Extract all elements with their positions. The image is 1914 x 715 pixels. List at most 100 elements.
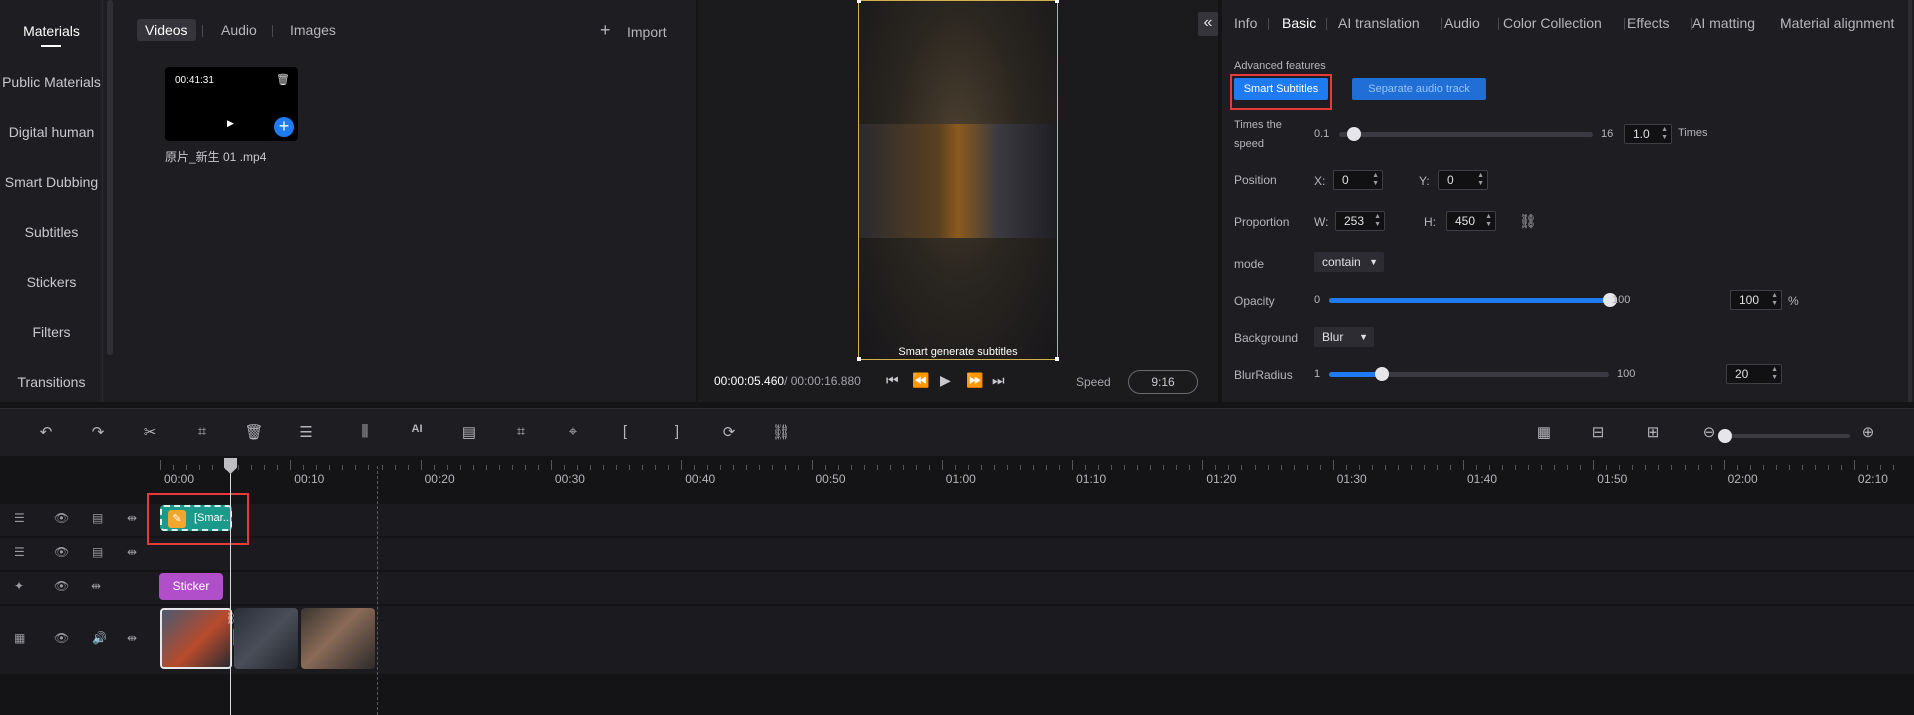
split-track-icon[interactable]: ⇹	[127, 631, 137, 645]
volume-icon[interactable]: 🔊	[92, 631, 107, 645]
blur-input[interactable]: 20 ▲ ▼	[1726, 364, 1782, 384]
zoom-in-icon[interactable]: ⊕	[1856, 423, 1880, 441]
tab-ai-translation[interactable]: AI translation	[1338, 15, 1420, 31]
opacity-input[interactable]: 100 ▲ ▼	[1730, 290, 1782, 310]
snap-icon[interactable]: ⊟	[1586, 423, 1610, 441]
rewind-icon[interactable]: ⏪	[912, 372, 929, 389]
subtitle-clip[interactable]: ✎ [Smar...	[160, 505, 232, 531]
fast-forward-icon[interactable]: ⏩	[966, 372, 983, 389]
collapse-panel-icon[interactable]: «	[1198, 12, 1218, 36]
sidebar-item-transitions[interactable]: Transitions	[0, 374, 103, 390]
delete-icon[interactable]: 🗑	[242, 423, 266, 441]
trash-icon[interactable]: 🗑	[276, 73, 290, 86]
background-select[interactable]: Blur ▼	[1314, 327, 1374, 347]
video-canvas[interactable]: Smart generate subtitles	[857, 0, 1059, 361]
stepper-icon[interactable]: ▲ ▼	[1661, 126, 1668, 142]
crop-frame-icon[interactable]: ⌗	[509, 423, 533, 440]
eye-icon[interactable]: 👁	[54, 545, 69, 559]
zoom-slider-knob[interactable]	[1718, 429, 1732, 443]
sidebar-item-public-materials[interactable]: Public Materials	[0, 74, 103, 90]
stepper-icon[interactable]: ▲ ▼	[1485, 213, 1492, 229]
sidebar-item-stickers[interactable]: Stickers	[0, 274, 103, 290]
video-thumbnail[interactable]: 00:41:31 🗑 ▶ +	[165, 67, 298, 141]
tab-material-alignment[interactable]: Material alignment	[1780, 15, 1894, 31]
sidebar-item-filters[interactable]: Filters	[0, 324, 103, 340]
sticker-clip[interactable]: Sticker	[159, 573, 223, 600]
crop-icon[interactable]: ⌗	[190, 423, 214, 440]
sidebar-item-materials[interactable]: Materials	[0, 23, 103, 39]
skip-end-icon[interactable]: ⏭	[992, 372, 1005, 389]
tab-audio-props[interactable]: Audio	[1444, 15, 1480, 31]
mode-select[interactable]: contain ▼	[1314, 252, 1384, 272]
link-icon[interactable]: ⛓	[769, 423, 793, 441]
undo-icon[interactable]: ↶	[34, 423, 58, 441]
bracket-left-icon[interactable]: [	[613, 423, 637, 440]
stepper-icon[interactable]: ▲ ▼	[1477, 172, 1484, 188]
track-layout-icon[interactable]: ▦	[1532, 423, 1556, 441]
ai-icon[interactable]: AI	[405, 423, 429, 435]
speed-slider[interactable]	[1339, 132, 1593, 137]
resize-handle[interactable]	[1055, 0, 1059, 3]
tab-videos[interactable]: Videos	[137, 19, 196, 41]
proportion-h-input[interactable]: 450 ▲ ▼	[1446, 211, 1496, 231]
split-track-icon[interactable]: ⇹	[127, 511, 137, 525]
sidebar-item-subtitles[interactable]: Subtitles	[0, 224, 103, 240]
zoom-slider[interactable]	[1724, 434, 1850, 438]
position-y-input[interactable]: 0 ▲ ▼	[1438, 170, 1488, 190]
subtitle-icon[interactable]: ▤	[92, 545, 103, 559]
link-icon[interactable]: ⛓	[1519, 213, 1537, 230]
position-x-input[interactable]: 0 ▲ ▼	[1333, 170, 1383, 190]
video-clip-1[interactable]	[160, 608, 232, 669]
subtitle-track-1[interactable]	[0, 504, 1914, 536]
eye-icon[interactable]: 👁	[54, 511, 69, 525]
skip-start-icon[interactable]: ⏮	[886, 372, 899, 389]
subtitle-track-2[interactable]	[0, 538, 1914, 570]
subtitle-icon[interactable]: ▤	[457, 423, 481, 441]
audio-wave-icon[interactable]: ⫼	[350, 423, 380, 440]
stepper-icon[interactable]: ▲ ▼	[1771, 292, 1778, 308]
import-button[interactable]: Import	[627, 24, 667, 40]
tab-info[interactable]: Info	[1234, 15, 1257, 31]
speed-input[interactable]: 1.0 ▲ ▼	[1624, 124, 1672, 144]
bracket-right-icon[interactable]: ]	[665, 423, 689, 440]
split-icon[interactable]: ✂	[138, 423, 162, 441]
subtitle-icon[interactable]: ▤	[92, 511, 103, 525]
split-track-icon[interactable]: ⇹	[91, 579, 101, 593]
properties-scrollbar[interactable]	[1908, 0, 1912, 402]
magnet-icon[interactable]: ⊞	[1641, 423, 1665, 441]
smart-subtitles-button[interactable]: Smart Subtitles	[1234, 78, 1328, 100]
redo-icon[interactable]: ↷	[86, 423, 110, 441]
play-icon[interactable]: ▶	[940, 372, 951, 389]
speed-icon[interactable]: ⟳	[717, 423, 741, 441]
tab-audio[interactable]: Audio	[221, 22, 257, 38]
add-to-timeline-icon[interactable]: +	[274, 117, 294, 137]
tab-images[interactable]: Images	[290, 22, 336, 38]
plus-icon[interactable]: +	[600, 20, 611, 41]
resize-handle[interactable]	[857, 0, 861, 3]
text-align-icon[interactable]: ☰	[294, 423, 318, 441]
separate-audio-track-button[interactable]: Separate audio track	[1352, 78, 1486, 100]
eye-icon[interactable]: 👁	[54, 579, 69, 593]
tab-basic[interactable]: Basic	[1282, 15, 1316, 31]
aspect-ratio-button[interactable]: 9:16	[1128, 370, 1198, 394]
location-icon[interactable]: ⌖	[561, 423, 585, 440]
tab-effects[interactable]: Effects	[1627, 15, 1670, 31]
playhead[interactable]	[230, 466, 231, 715]
speed-slider-knob[interactable]	[1347, 127, 1362, 141]
sidebar-item-smart-dubbing[interactable]: Smart Dubbing	[0, 174, 103, 190]
timeline-ruler[interactable]: 00:00 00:10 00:20 00:30 00:40 00:50 01:00 01:10…	[0, 456, 1914, 496]
stepper-icon[interactable]: ▲ ▼	[1372, 172, 1379, 188]
sidebar-item-digital-human[interactable]: Digital human	[0, 124, 103, 140]
video-clip-3[interactable]	[301, 608, 375, 669]
blur-slider-knob[interactable]	[1375, 367, 1390, 381]
split-track-icon[interactable]: ⇹	[127, 545, 137, 559]
tab-color-collection[interactable]: Color Collection	[1503, 15, 1602, 31]
tab-ai-matting[interactable]: AI matting	[1692, 15, 1755, 31]
stepper-icon[interactable]: ▲ ▼	[1374, 213, 1381, 229]
play-icon[interactable]: ▶	[227, 118, 234, 129]
sticker-track[interactable]	[0, 572, 1914, 604]
eye-icon[interactable]: 👁	[54, 631, 69, 645]
video-clip-2[interactable]	[234, 608, 298, 669]
proportion-w-input[interactable]: 253 ▲ ▼	[1335, 211, 1385, 231]
stepper-icon[interactable]: ▲ ▼	[1771, 366, 1778, 382]
